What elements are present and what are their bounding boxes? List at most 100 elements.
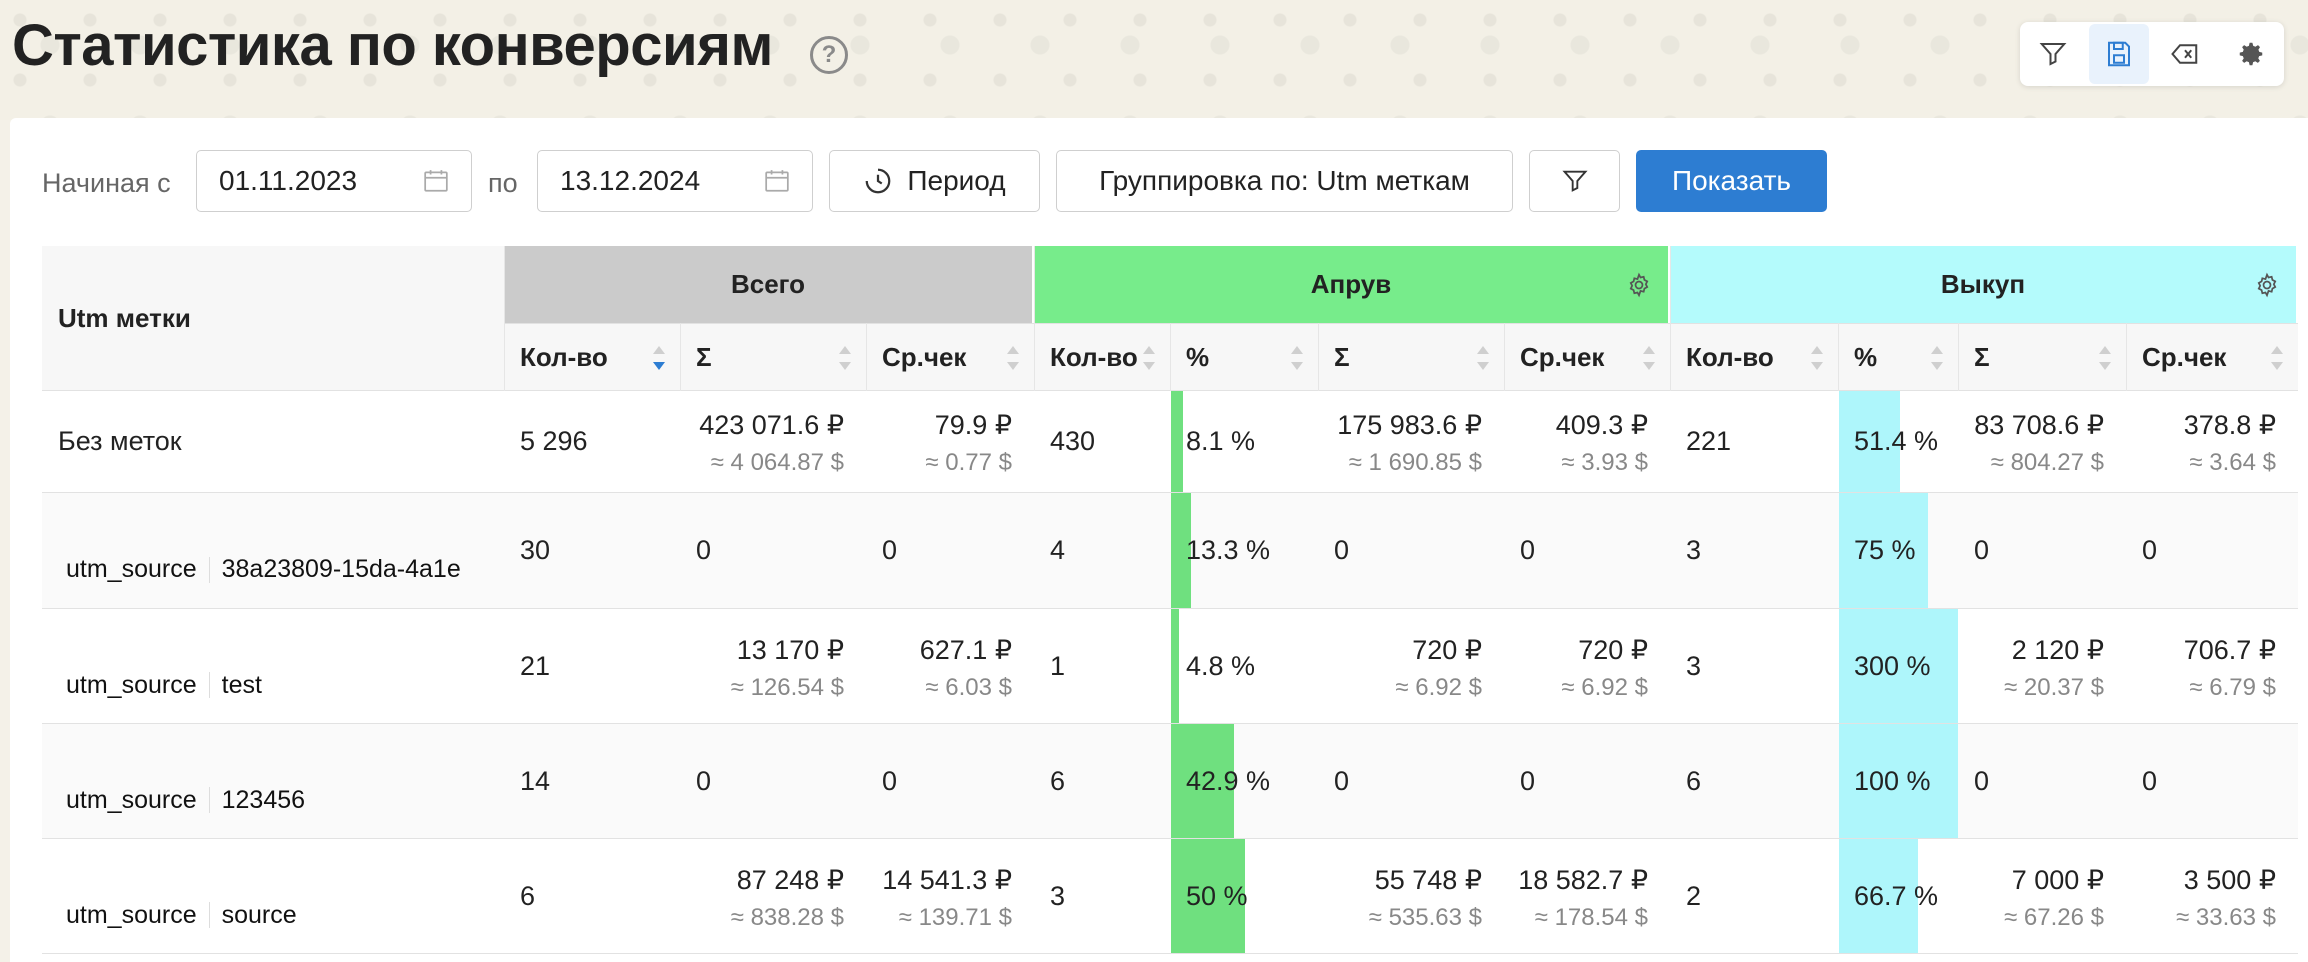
utm-cell: utm_source source (66, 899, 297, 930)
utm-key: utm_source (66, 900, 197, 929)
cell-buy_avg: 378.8 ₽ ≈ 3.64 $ (2126, 406, 2276, 482)
column-header-1[interactable]: Кол-во (520, 323, 608, 391)
column-header-4[interactable]: Кол-во (1050, 323, 1138, 391)
sort-icon[interactable] (650, 343, 668, 373)
grouping-button[interactable]: Группировка по: Utm меткам (1056, 150, 1513, 212)
sort-icon[interactable] (1288, 343, 1306, 373)
cell-appr_sum: 0 (1334, 765, 1350, 796)
cell-appr_qty: 430 (1050, 426, 1096, 456)
show-button[interactable]: Показать (1636, 150, 1827, 212)
cell-appr_pct: 13.3 % (1186, 535, 1271, 565)
cell-appr_qty: 3 (1050, 880, 1066, 911)
cell-buy_pct: 100 % (1854, 765, 1931, 796)
utm-value: test (221, 670, 262, 699)
col-header-bg (504, 323, 2298, 391)
group-settings-button[interactable] (2254, 272, 2280, 298)
column-header-11[interactable]: Ср.чек (2142, 323, 2226, 391)
clear-tool-button[interactable] (2155, 24, 2215, 84)
sort-icon[interactable] (1640, 343, 1658, 373)
cell-total_qty: 5 296 (520, 426, 588, 456)
utm-value: Без меток (58, 426, 182, 456)
cell-appr_pct: 4.8 % (1186, 650, 1256, 681)
period-button[interactable]: Период (829, 150, 1040, 212)
column-header-2[interactable]: Σ (696, 323, 712, 391)
cell-buy_pct: 66.7 % (1854, 880, 1939, 911)
value-rub: 720 ₽ (1578, 634, 1648, 665)
column-header-9[interactable]: % (1854, 323, 1877, 391)
value-rub: 706.7 ₽ (2183, 634, 2276, 665)
cell-appr_sum: 175 983.6 ₽ ≈ 1 690.85 $ (1318, 406, 1482, 482)
group-settings-button[interactable] (1626, 272, 1652, 298)
cell-total_sum: 87 248 ₽ ≈ 838.28 $ (680, 861, 844, 937)
cell-appr_pct: 50 % (1186, 880, 1248, 911)
cell-buy_pct: 300 % (1854, 650, 1931, 681)
help-icon[interactable]: ? (810, 36, 848, 74)
cell-total_avg: 627.1 ₽ ≈ 6.03 $ (866, 631, 1012, 707)
value-rub: 87 248 ₽ (736, 864, 844, 895)
utm-value: 123456 (221, 785, 306, 814)
value-rub: 79.9 ₽ (934, 410, 1012, 440)
cell-buy_pct: 75 % (1854, 535, 1916, 565)
cell-buy_avg: 0 (2142, 765, 2158, 796)
settings-icon (2239, 42, 2263, 66)
value-usd: ≈ 3.93 $ (1561, 449, 1648, 476)
utm-column-header: Utm метки (58, 303, 191, 333)
sort-icon[interactable] (2096, 343, 2114, 373)
column-header-8[interactable]: Кол-во (1686, 323, 1774, 391)
cell-buy_avg: 706.7 ₽ ≈ 6.79 $ (2126, 631, 2276, 707)
value-rub: 378.8 ₽ (2183, 410, 2276, 440)
utm-cell: utm_source 38a23809-15da-4a1e (66, 553, 461, 584)
sort-icon[interactable] (1808, 343, 1826, 373)
save-tool-button[interactable] (2089, 24, 2149, 84)
pct-bar (1171, 609, 1179, 723)
filter-bar: Начиная с 01.11.2023 по 13.12.2024 Перио… (10, 118, 2308, 248)
cell-appr_avg: 0 (1520, 765, 1536, 796)
value-usd: ≈ 67.26 $ (2004, 903, 2104, 931)
cell-appr_sum: 720 ₽ ≈ 6.92 $ (1318, 631, 1482, 707)
sort-icon[interactable] (836, 343, 854, 373)
value-usd: ≈ 6.92 $ (1561, 673, 1648, 701)
save-icon (2108, 41, 2130, 67)
utm-value: 38a23809-15da-4a1e (221, 555, 461, 583)
sort-icon[interactable] (1004, 343, 1022, 373)
cell-appr_pct: 42.9 % (1186, 765, 1271, 796)
group-header-1: Всего (504, 246, 1032, 323)
cell-total_avg: 79.9 ₽ ≈ 0.77 $ (866, 406, 1012, 482)
table-row[interactable] (42, 724, 2298, 839)
column-header-3[interactable]: Ср.чек (882, 323, 966, 391)
column-header-6[interactable]: Σ (1334, 323, 1350, 391)
value-rub: 13 170 ₽ (736, 634, 844, 665)
filter-tool-button[interactable] (2023, 24, 2083, 84)
table-row[interactable] (42, 493, 2298, 609)
value-rub: 175 983.6 ₽ (1337, 410, 1482, 440)
period-label: Период (907, 165, 1006, 196)
page-title: Статистика по конверсиям (12, 13, 773, 78)
column-header-10[interactable]: Σ (1974, 323, 1990, 391)
filter-icon (1561, 170, 1588, 192)
cell-appr_sum: 0 (1334, 535, 1350, 565)
settings-tool-button[interactable] (2221, 24, 2281, 84)
to-date-input[interactable]: 13.12.2024 (537, 150, 813, 212)
from-date-input[interactable]: 01.11.2023 (196, 150, 472, 212)
cell-appr_avg: 720 ₽ ≈ 6.92 $ (1504, 631, 1648, 707)
cell-buy_qty: 2 (1686, 880, 1702, 911)
sort-icon[interactable] (2268, 343, 2286, 373)
clear-icon (2171, 44, 2198, 64)
sort-icon[interactable] (1928, 343, 1946, 373)
sort-icon[interactable] (1140, 343, 1158, 373)
value-usd: ≈ 20.37 $ (2004, 673, 2104, 701)
cell-buy_sum: 2 120 ₽ ≈ 20.37 $ (1958, 631, 2104, 707)
value-usd: ≈ 535.63 $ (1368, 903, 1482, 931)
cell-appr_avg: 409.3 ₽ ≈ 3.93 $ (1504, 406, 1648, 482)
to-label: по (488, 168, 518, 198)
to-date-value: 13.12.2024 (560, 165, 701, 196)
calendar-icon (765, 170, 789, 192)
value-usd: ≈ 1 690.85 $ (1348, 449, 1482, 476)
column-header-7[interactable]: Ср.чек (1520, 323, 1604, 391)
cell-total_avg: 0 (882, 765, 898, 796)
sort-icon[interactable] (1474, 343, 1492, 373)
column-header-5[interactable]: % (1186, 323, 1209, 391)
value-usd: ≈ 0.77 $ (925, 449, 1012, 476)
value-rub: 409.3 ₽ (1555, 410, 1648, 440)
extra-filter-button[interactable] (1529, 150, 1620, 212)
